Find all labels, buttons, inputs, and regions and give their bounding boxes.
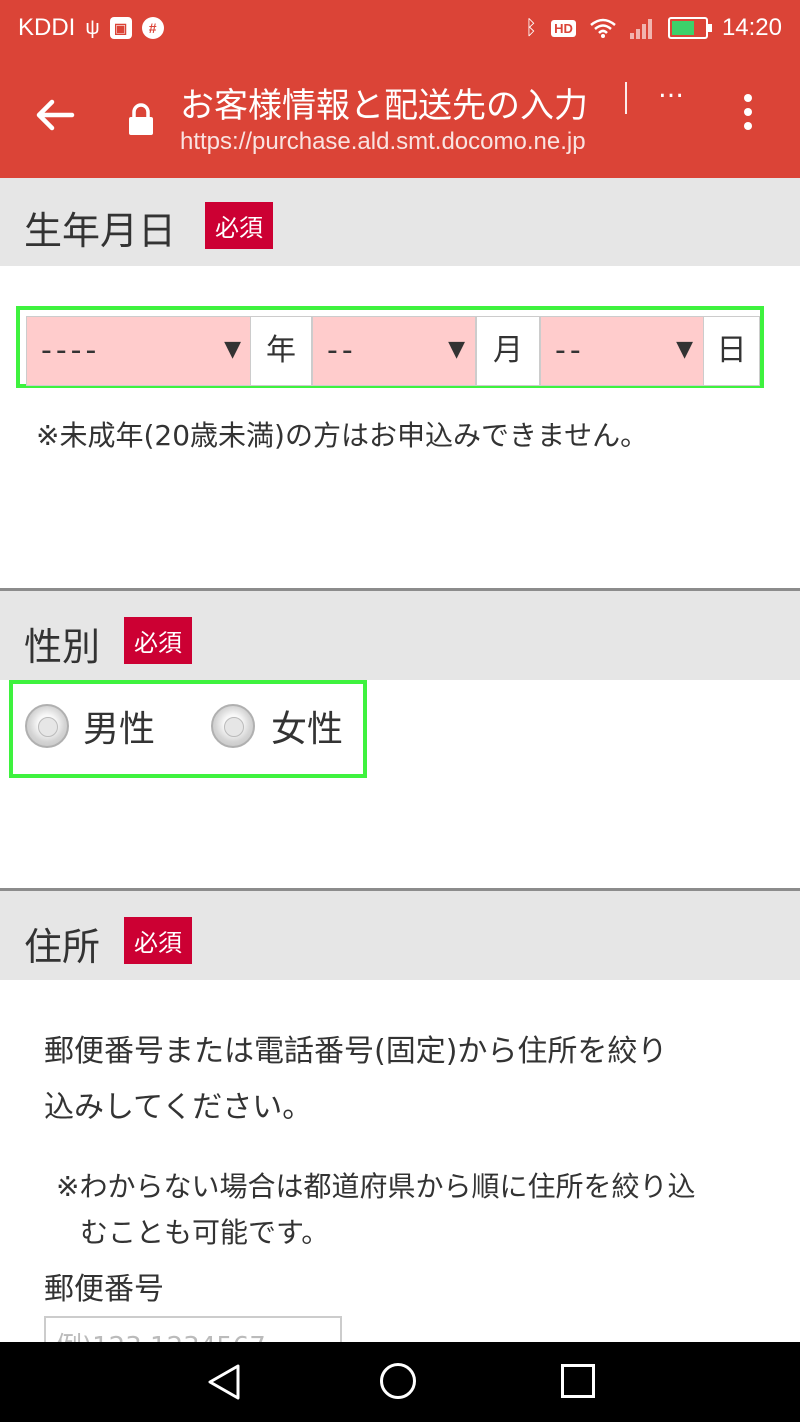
address-note-line2: むことも可能です。 xyxy=(80,1216,330,1249)
month-unit-label: 月 xyxy=(476,316,540,386)
status-bar: KDDI ψ ▣ # ᛒ HD 14:20 xyxy=(0,0,800,56)
address-section-header: 住所 必須 xyxy=(0,891,800,980)
day-unit-label: 日 xyxy=(703,316,760,386)
more-options-icon[interactable] xyxy=(740,94,756,140)
dropdown-arrow-icon: ▼ xyxy=(224,337,241,362)
battery-icon xyxy=(667,17,712,39)
required-badge: 必須 xyxy=(124,617,192,664)
year-select-value: ---- xyxy=(41,333,101,368)
radio-female-label[interactable]: 女性 xyxy=(271,700,343,752)
nav-recent-apps-icon[interactable] xyxy=(561,1364,595,1398)
birthdate-section-header: 生年月日 必須 xyxy=(0,178,800,266)
gender-title: 性別 xyxy=(24,625,101,669)
page-url[interactable]: https://purchase.ald.smt.docomo.ne.jp xyxy=(180,128,586,156)
gender-section-header: 性別 必須 xyxy=(0,591,800,680)
signal-icon xyxy=(629,19,652,39)
system-nav-bar xyxy=(0,1342,800,1422)
dropdown-arrow-icon: ▼ xyxy=(676,337,693,362)
title-ellipsis: … xyxy=(658,74,684,104)
address-title: 住所 xyxy=(24,925,101,969)
radio-female[interactable] xyxy=(211,704,255,748)
month-select-value: -- xyxy=(327,333,357,368)
year-select[interactable]: ---- ▼ xyxy=(26,316,252,386)
required-badge: 必須 xyxy=(124,917,192,964)
hd-icon: HD xyxy=(551,19,576,37)
day-select-value: -- xyxy=(555,333,585,368)
dropdown-arrow-icon: ▼ xyxy=(448,337,465,362)
gender-radio-group: 男性 女性 xyxy=(9,680,367,778)
address-note-line1: ※わからない場合は都道府県から順に住所を絞り込 xyxy=(56,1170,696,1203)
usb-icon: ψ xyxy=(85,16,100,39)
carrier-label: KDDI xyxy=(18,14,76,41)
day-select[interactable]: -- ▼ xyxy=(540,316,704,386)
nav-back-icon[interactable] xyxy=(204,1362,244,1402)
address-instruction-line2: 込みしてください。 xyxy=(44,1090,313,1125)
title-separator xyxy=(625,82,627,114)
address-instruction-line1: 郵便番号または電話番号(固定)から住所を絞り xyxy=(44,1034,668,1069)
radio-male-label[interactable]: 男性 xyxy=(83,700,155,752)
clock: 14:20 xyxy=(721,14,782,41)
wifi-icon xyxy=(590,18,616,38)
lock-icon xyxy=(129,103,153,135)
nav-home-icon[interactable] xyxy=(380,1363,416,1399)
app-icon: ▣ xyxy=(109,17,132,39)
birthdate-title: 生年月日 xyxy=(24,209,177,253)
month-select[interactable]: -- ▼ xyxy=(312,316,476,386)
radio-male[interactable] xyxy=(25,704,69,748)
birthdate-input-group: ---- ▼ 年 -- ▼ 月 -- ▼ 日 xyxy=(16,306,764,388)
slack-icon: # xyxy=(141,17,164,39)
page-title[interactable]: お客様情報と配送先の入力 xyxy=(180,78,588,127)
back-arrow-icon[interactable] xyxy=(32,92,78,138)
required-badge: 必須 xyxy=(205,202,273,249)
bluetooth-icon: ᛒ xyxy=(525,16,538,39)
year-unit-label: 年 xyxy=(250,316,312,386)
browser-toolbar: お客様情報と配送先の入力 … https://purchase.ald.smt.… xyxy=(0,56,800,178)
birthdate-note: ※未成年(20歳未満)の方はお申込みできません。 xyxy=(36,419,649,452)
postal-code-label: 郵便番号 xyxy=(44,1272,164,1307)
